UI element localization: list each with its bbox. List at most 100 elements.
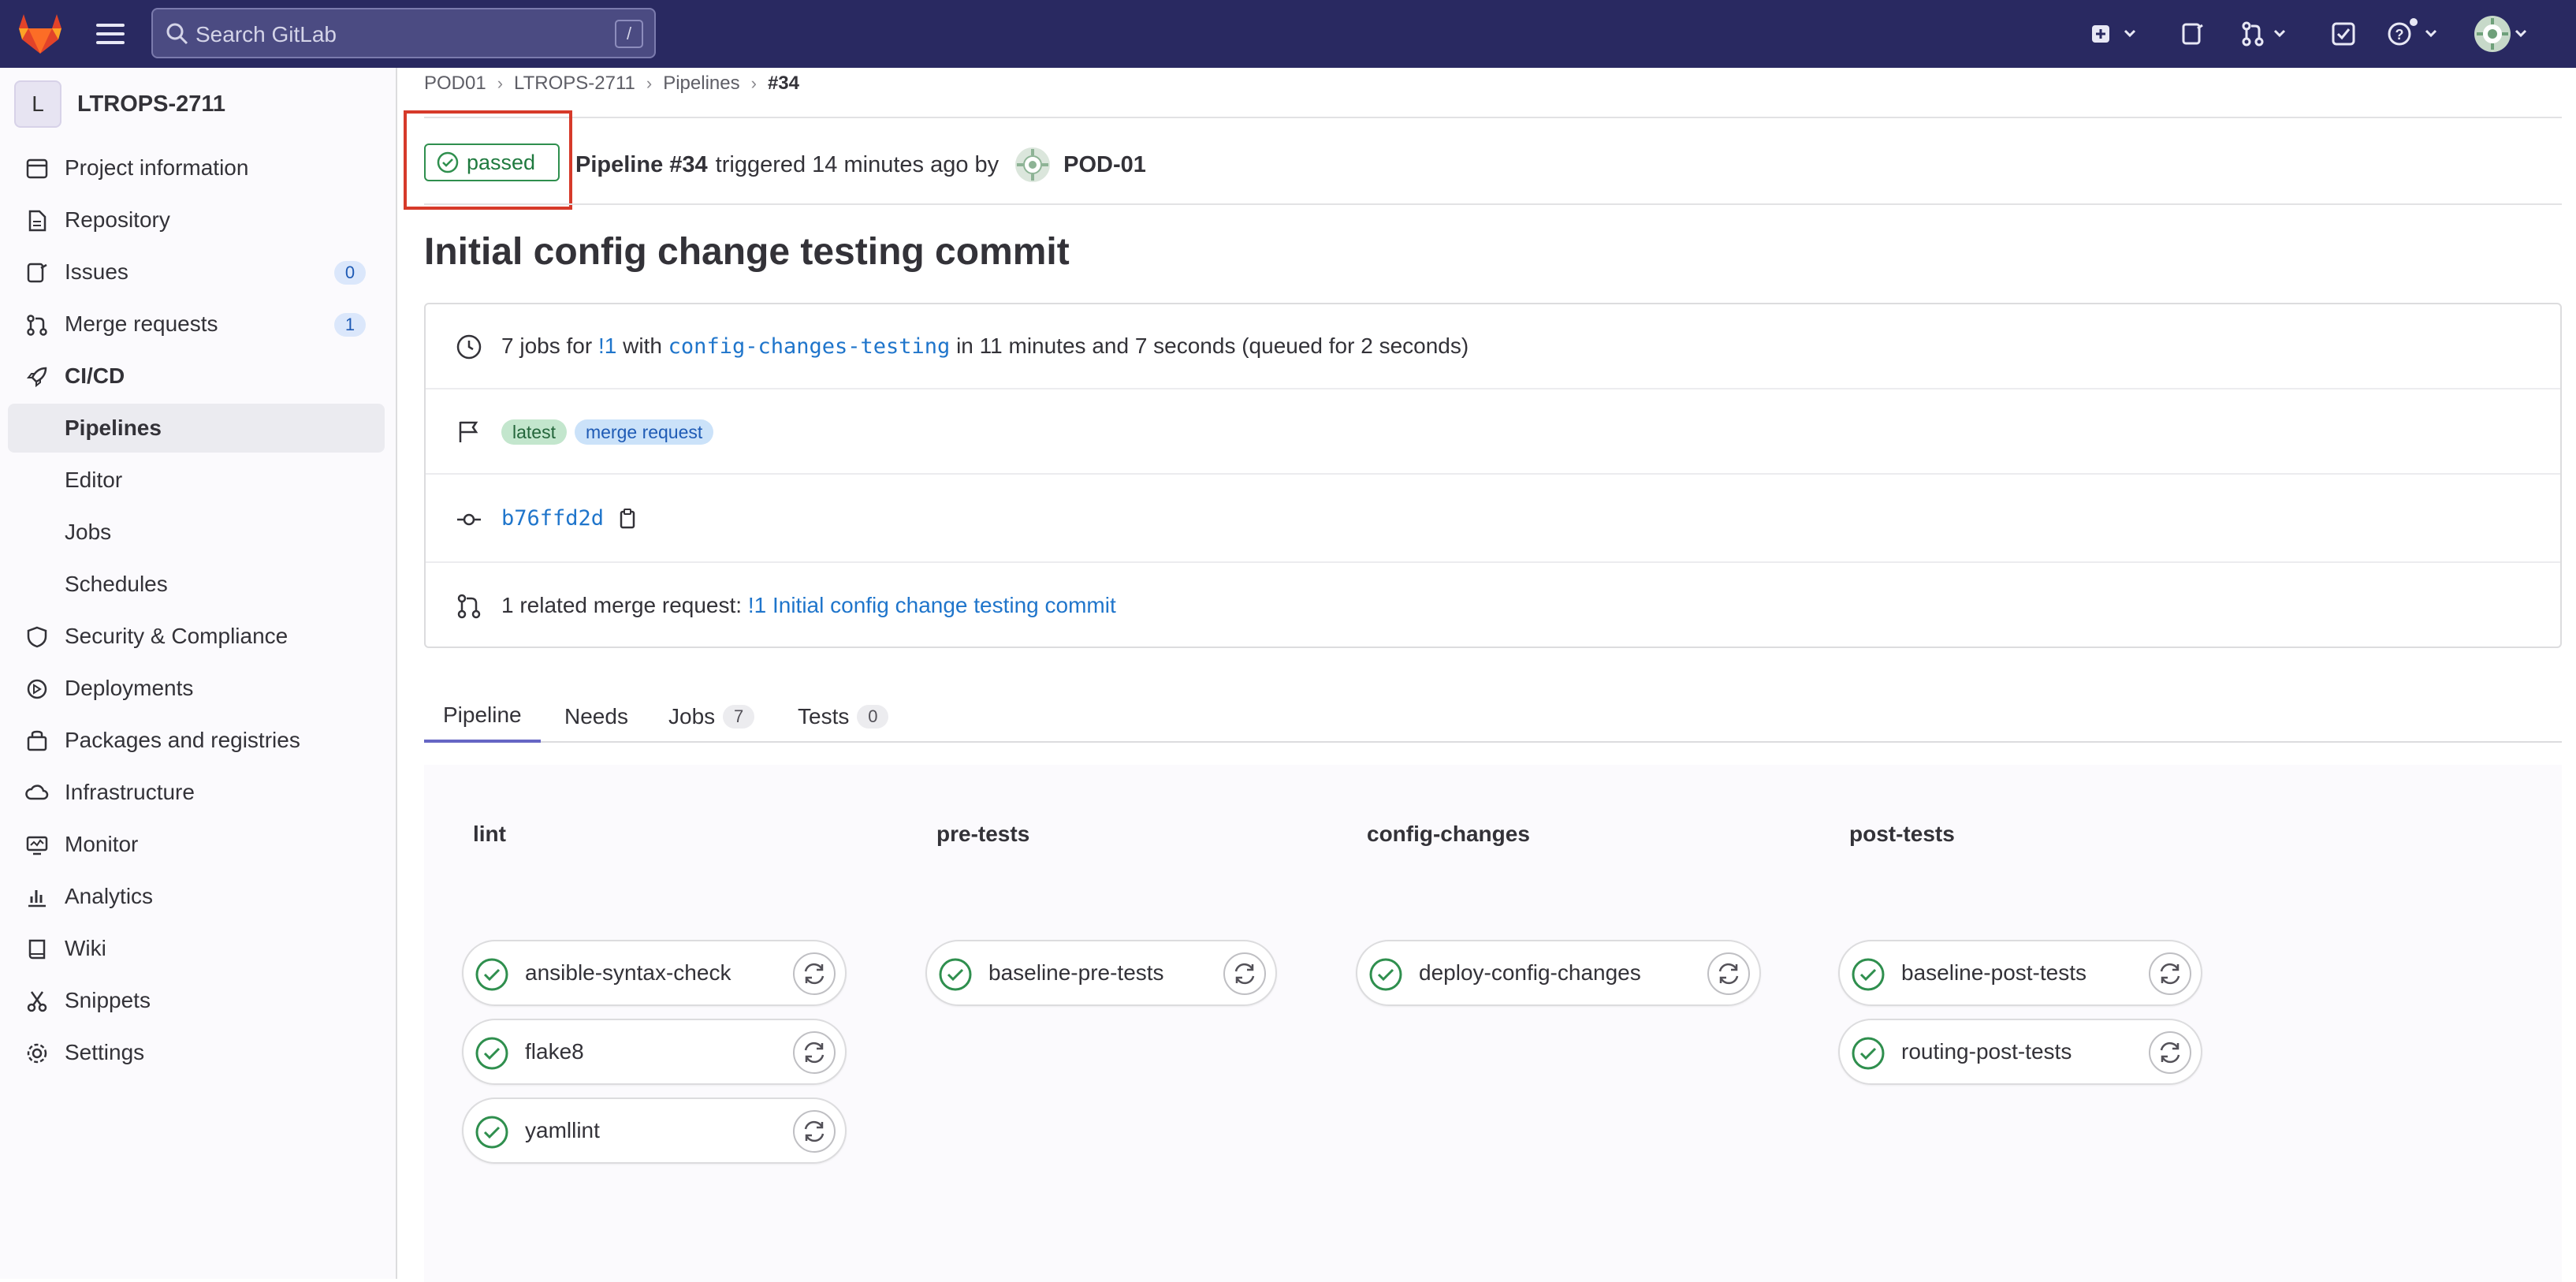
tag-merge-request: merge request <box>574 419 714 445</box>
job-name: baseline-pre-tests <box>988 960 1164 985</box>
sidebar-item-security-compliance[interactable]: Security & Compliance <box>8 612 385 661</box>
job-baseline-pre-tests[interactable]: baseline-pre-tests <box>925 940 1277 1006</box>
retry-button[interactable] <box>793 952 836 995</box>
related-merge-request-link[interactable]: !1 Initial config change testing commit <box>748 593 1116 618</box>
pipeline-triggered-text: triggered 14 minutes ago by <box>715 151 1000 177</box>
sidebar-item-snippets[interactable]: Snippets <box>8 976 385 1025</box>
sidebar-item-repository[interactable]: Repository <box>8 196 385 244</box>
sidebar-item-packages-registries[interactable]: Packages and registries <box>8 716 385 765</box>
job-baseline-post-tests[interactable]: baseline-post-tests <box>1838 940 2202 1006</box>
project-header[interactable]: L LTROPS-2711 <box>14 80 225 128</box>
help-nav-button[interactable]: ? <box>2387 17 2444 50</box>
divider <box>424 203 2562 205</box>
tag-latest: latest <box>501 419 567 445</box>
breadcrumb-item-project[interactable]: LTROPS-2711 <box>514 73 635 95</box>
job-flake8[interactable]: flake8 <box>462 1019 847 1085</box>
job-routing-post-tests[interactable]: routing-post-tests <box>1838 1019 2202 1085</box>
breadcrumb-item-pipelines[interactable]: Pipelines <box>663 73 739 95</box>
merge-request-icon <box>457 594 481 619</box>
issues-icon <box>27 263 47 283</box>
retry-button[interactable] <box>793 1031 836 1074</box>
merge-requests-nav-button[interactable] <box>2240 17 2292 50</box>
related-mr-row: 1 related merge request: !1 Initial conf… <box>426 563 2560 648</box>
sidebar-item-deployments[interactable]: Deployments <box>8 664 385 713</box>
user-avatar-icon[interactable] <box>1014 147 1051 183</box>
retry-button[interactable] <box>2149 1031 2191 1074</box>
issues-nav-button[interactable] <box>2180 17 2206 50</box>
sidebar-item-settings[interactable]: Settings <box>8 1028 385 1077</box>
book-icon <box>28 939 46 960</box>
todos-nav-button[interactable] <box>2330 17 2357 50</box>
retry-button[interactable] <box>1223 952 1266 995</box>
scissors-icon <box>27 991 47 1012</box>
tab-tests[interactable]: Tests 0 <box>798 691 889 743</box>
retry-icon <box>804 963 825 985</box>
project-name: LTROPS-2711 <box>77 91 226 117</box>
sidebar-item-infrastructure[interactable]: Infrastructure <box>8 768 385 817</box>
copy-icon[interactable] <box>616 507 638 531</box>
branch-link[interactable]: config-changes-testing <box>668 334 951 359</box>
sidebar-item-analytics[interactable]: Analytics <box>8 872 385 921</box>
stage-title: pre-tests <box>936 822 1030 846</box>
job-name: yamllint <box>525 1118 600 1142</box>
svg-text:?: ? <box>2395 27 2404 43</box>
document-icon <box>28 210 47 232</box>
retry-button[interactable] <box>2149 952 2191 995</box>
sidebar-item-cicd[interactable]: CI/CD <box>8 352 385 401</box>
sidebar-item-project-information[interactable]: Project information <box>8 143 385 192</box>
sidebar-item-issues[interactable]: Issues 0 <box>8 248 385 296</box>
retry-button[interactable] <box>793 1110 836 1153</box>
merge-request-icon <box>27 315 47 336</box>
issues-count-badge: 0 <box>334 261 366 285</box>
breadcrumb-item-current[interactable]: #34 <box>768 73 799 95</box>
pipeline-tabs: Pipeline Needs Jobs 7 Tests 0 <box>424 691 2562 743</box>
stage-title: lint <box>473 822 506 846</box>
jobs-summary-row: 7 jobs for !1 with config-changes-testin… <box>426 304 2560 389</box>
pipeline-user-link[interactable]: POD-01 <box>1063 152 1146 178</box>
tab-pipeline[interactable]: Pipeline <box>424 691 541 743</box>
retry-icon <box>2160 1042 2180 1064</box>
retry-button[interactable] <box>1707 952 1750 995</box>
retry-icon <box>1718 963 1739 985</box>
tanuki-logo-icon[interactable] <box>16 9 65 58</box>
gear-icon <box>27 1043 47 1064</box>
shield-icon <box>27 626 47 648</box>
hamburger-menu-icon[interactable] <box>93 19 128 49</box>
left-sidebar: L LTROPS-2711 Project information Reposi… <box>0 68 397 1279</box>
search-input[interactable]: Search GitLab / <box>151 8 656 58</box>
sidebar-item-wiki[interactable]: Wiki <box>8 924 385 973</box>
sidebar-item-merge-requests[interactable]: Merge requests 1 <box>8 300 385 348</box>
retry-icon <box>2160 963 2180 985</box>
sidebar-item-monitor[interactable]: Monitor <box>8 820 385 869</box>
job-ansible-syntax-check[interactable]: ansible-syntax-check <box>462 940 847 1006</box>
flag-icon <box>459 421 478 442</box>
sidebar-item-jobs[interactable]: Jobs <box>8 508 385 557</box>
check-circle-icon <box>939 958 972 991</box>
tests-count-badge: 0 <box>857 705 889 729</box>
highlight-box <box>404 110 572 210</box>
sidebar-item-schedules[interactable]: Schedules <box>8 560 385 609</box>
create-new-button[interactable] <box>2090 17 2142 50</box>
job-name: baseline-post-tests <box>1901 960 2087 985</box>
job-deploy-config-changes[interactable]: deploy-config-changes <box>1356 940 1761 1006</box>
job-yamllint[interactable]: yamllint <box>462 1098 847 1164</box>
breadcrumb-item-pod01[interactable]: POD01 <box>424 73 486 95</box>
user-menu-button[interactable] <box>2474 16 2533 52</box>
tab-jobs[interactable]: Jobs 7 <box>668 691 755 743</box>
chevron-right-icon: › <box>646 73 653 93</box>
check-circle-icon <box>1852 958 1885 991</box>
search-shortcut-key: / <box>615 20 643 48</box>
breadcrumb: POD01 › LTROPS-2711 › Pipelines › #34 <box>424 69 799 98</box>
sidebar-item-pipelines[interactable]: Pipelines <box>8 404 385 453</box>
sidebar-item-editor[interactable]: Editor <box>8 456 385 505</box>
jobs-count-badge: 7 <box>723 705 755 729</box>
pipeline-header: Pipeline #34 triggered 14 minutes ago by… <box>575 147 1146 183</box>
package-icon <box>27 730 47 751</box>
commit-sha-link[interactable]: b76ffd2d <box>501 506 604 531</box>
search-placeholder: Search GitLab <box>195 22 337 47</box>
tags-row: latest merge request <box>426 389 2560 475</box>
divider <box>424 117 2562 118</box>
tab-needs[interactable]: Needs <box>564 691 628 743</box>
merge-request-link[interactable]: !1 <box>598 334 616 359</box>
issues-icon <box>2182 23 2203 45</box>
